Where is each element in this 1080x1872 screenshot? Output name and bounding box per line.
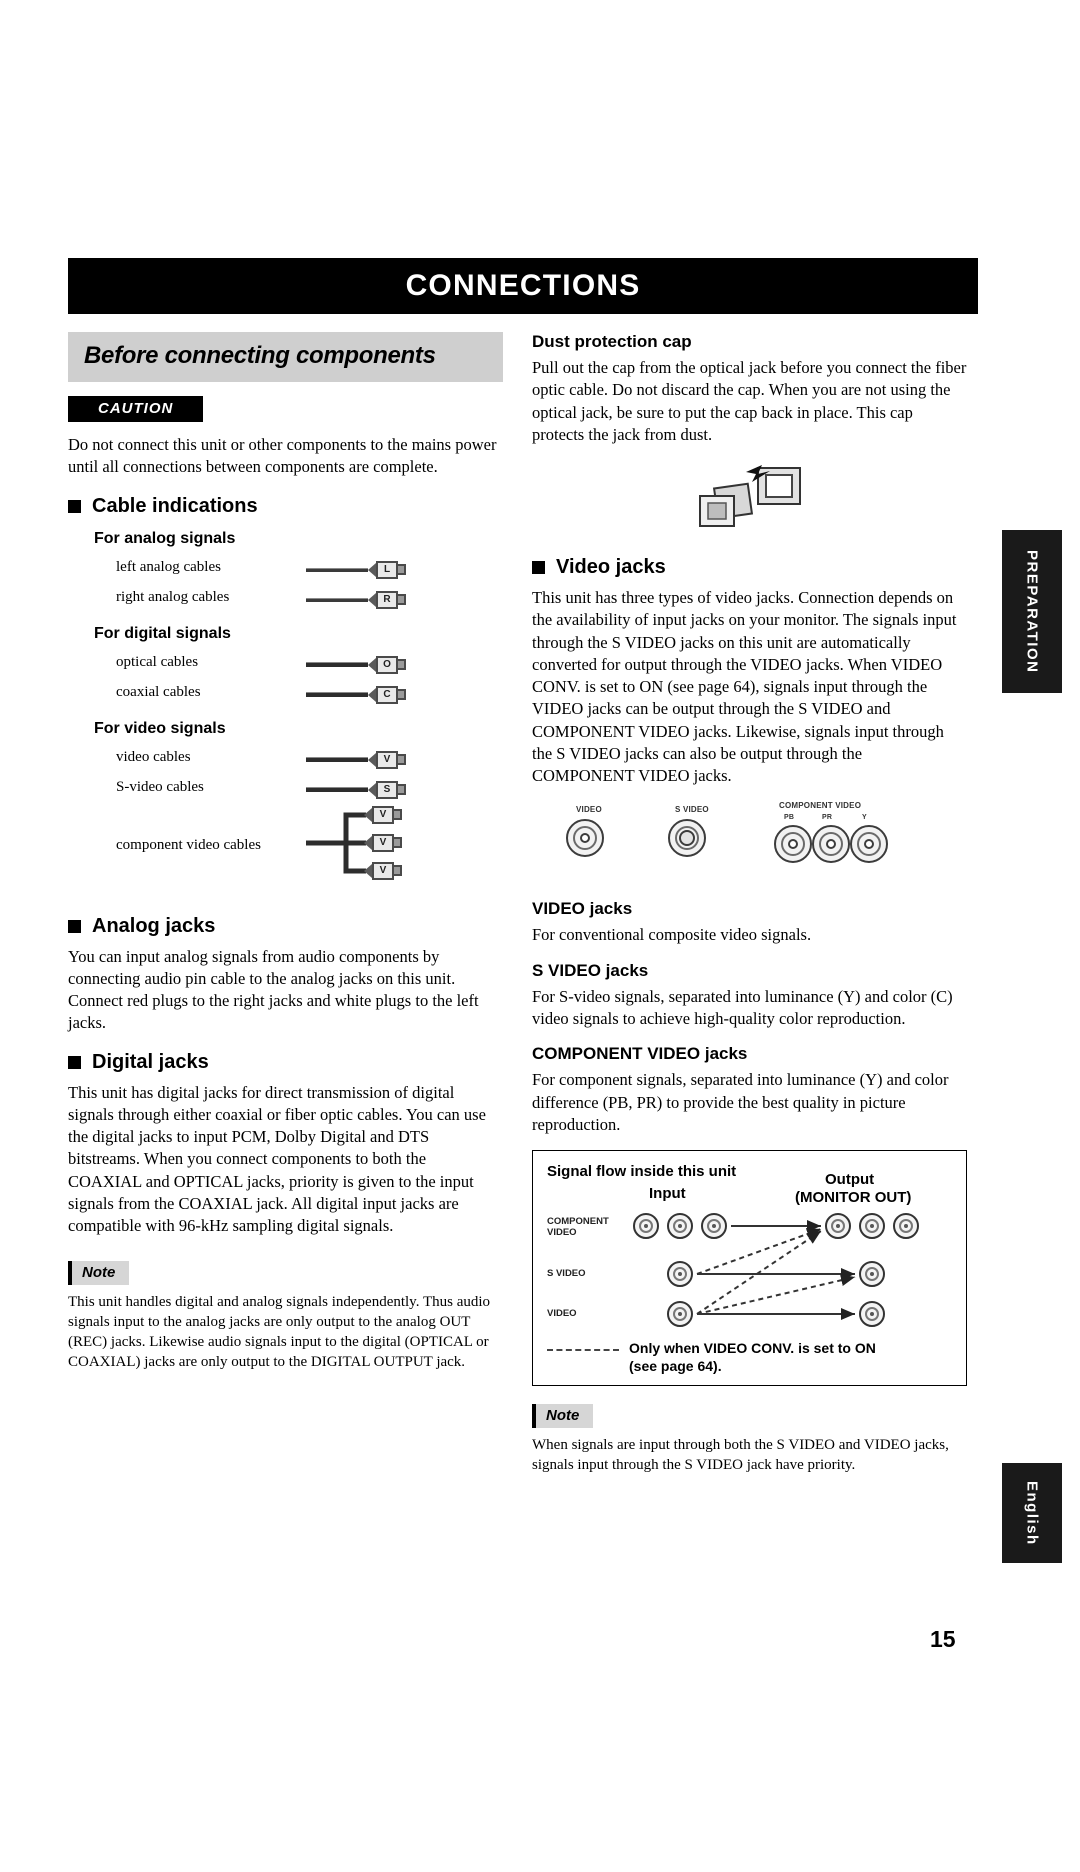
cable-art-left-analog: L	[306, 553, 424, 583]
jack-diagram-svideo-label: S VIDEO	[675, 805, 709, 815]
section-title: Before connecting components	[68, 332, 503, 382]
cable-group-video: For video signals video cables V S-video…	[94, 720, 503, 889]
video-jacks-text: This unit has three types of video jacks…	[532, 588, 957, 786]
cable-row-coaxial: coaxial cables C	[94, 678, 503, 708]
jack-diagram-video-label: VIDEO	[576, 805, 602, 815]
side-tab-preparation: PREPARATION	[1002, 530, 1062, 693]
plug-label: O	[376, 655, 398, 674]
component-jack-pr-icon	[812, 825, 850, 864]
square-bullet-icon	[532, 561, 545, 575]
plug-label: L	[376, 560, 398, 579]
cable-group-digital: For digital signals optical cables O coa…	[94, 625, 503, 708]
cable-indications-heading: Cable indications	[68, 495, 503, 518]
legend-line2: (see page 64).	[629, 1357, 722, 1374]
digital-jacks-heading-label: Digital jacks	[92, 1050, 209, 1073]
jack-diagram-component-label: COMPONENT VIDEO	[779, 801, 862, 811]
cable-row-optical: optical cables O	[94, 648, 503, 678]
cable-group-video-title: For video signals	[94, 719, 226, 737]
cable-row-right-analog: right analog cables R	[94, 583, 503, 613]
dust-cap-illustration	[672, 462, 812, 538]
plug-label: V	[372, 833, 394, 852]
video-jacks-heading: Video jacks	[532, 556, 967, 579]
right-column: Dust protection cap Pull out the cap fro…	[532, 332, 967, 1486]
square-bullet-icon	[68, 919, 81, 933]
s-video-jacks-detail-text: For S-video signals, separated into lumi…	[532, 986, 953, 1028]
component-jack-pb-icon	[774, 825, 812, 864]
square-bullet-icon	[68, 1055, 81, 1069]
square-bullet-icon	[68, 499, 81, 513]
cable-group-analog-title: For analog signals	[94, 529, 236, 547]
cable-label: S-video cables	[116, 779, 204, 796]
plug-label: V	[372, 805, 394, 824]
plug-label: V	[376, 750, 398, 769]
note-badge: Note	[532, 1404, 594, 1429]
analog-jacks-heading-label: Analog jacks	[92, 914, 216, 937]
side-tab-english: English	[1002, 1463, 1062, 1563]
right-column-note-text: When signals are input through both the …	[532, 1437, 949, 1473]
signal-flow-box: Signal flow inside this unit Input Outpu…	[532, 1150, 967, 1387]
cable-art-s-video: S	[306, 773, 424, 803]
cable-indications-heading-label: Cable indications	[92, 494, 258, 517]
jack-diagram-pin-pr: PR	[822, 814, 833, 822]
plug-label: R	[376, 590, 398, 609]
component-video-jacks-detail-heading: COMPONENT VIDEO jacks	[532, 1044, 748, 1064]
s-video-jacks-detail-heading: S VIDEO jacks	[532, 960, 649, 980]
side-tab-english-label: English	[1023, 1480, 1041, 1546]
page-number: 15	[930, 1626, 956, 1652]
digital-jacks-text: This unit has digital jacks for direct t…	[68, 1082, 486, 1236]
cable-row-s-video: S-video cables S	[94, 773, 503, 803]
legend-line1: Only when VIDEO CONV. is set to ON	[629, 1340, 876, 1357]
cable-label: left analog cables	[116, 559, 221, 576]
video-jacks-heading-label: Video jacks	[556, 556, 666, 579]
cable-art-video: V	[306, 743, 424, 773]
manual-page: CONNECTIONS Before connecting components…	[0, 0, 1080, 1872]
cable-label: component video cables	[116, 836, 261, 853]
caution-badge: CAUTION	[68, 396, 204, 422]
component-jack-y-icon	[850, 825, 888, 864]
analog-jacks-heading: Analog jacks	[68, 915, 503, 938]
signal-flow-legend: Only when VIDEO CONV. is set to ON (see …	[547, 1340, 876, 1375]
cable-art-optical: O	[306, 648, 424, 678]
cable-label: right analog cables	[116, 589, 230, 606]
left-column: Before connecting components CAUTION Do …	[68, 332, 503, 1383]
digital-jacks-heading: Digital jacks	[68, 1051, 503, 1074]
cable-label: video cables	[116, 749, 191, 766]
cable-art-coaxial: C	[306, 678, 424, 708]
cable-row-left-analog: left analog cables L	[94, 553, 503, 583]
dust-cap-icon	[699, 465, 801, 528]
plug-label: V	[372, 861, 394, 880]
cable-group-analog: For analog signals left analog cables L	[94, 530, 503, 613]
cable-label: optical cables	[116, 654, 199, 671]
digital-jacks-note-text: This unit handles digital and analog sig…	[68, 1294, 491, 1371]
plug-label: C	[376, 685, 398, 704]
video-jacks-detail-heading: VIDEO jacks	[532, 899, 633, 919]
cable-art-right-analog: R	[306, 583, 424, 613]
side-tab-preparation-label: PREPARATION	[1023, 549, 1041, 674]
component-video-jacks-detail-text: For component signals, separated into lu…	[532, 1070, 949, 1134]
note-badge: Note	[68, 1261, 130, 1286]
s-video-jack-icon	[668, 819, 706, 858]
dust-cap-heading: Dust protection cap	[532, 332, 692, 351]
video-jacks-detail-text: For conventional composite video signals…	[532, 925, 812, 945]
cable-row-video: video cables V	[94, 743, 503, 773]
analog-jacks-text: You can input analog signals from audio …	[68, 946, 479, 1033]
cable-row-component-video: component video cables V V V	[94, 803, 503, 889]
cable-group-digital-title: For digital signals	[94, 624, 231, 642]
legend-dashed-line-icon	[547, 1349, 619, 1352]
jack-diagram-pin-pb: PB	[784, 814, 795, 822]
jack-diagram-pin-y: Y	[862, 814, 867, 822]
caution-text: Do not connect this unit or other compon…	[68, 435, 497, 477]
jack-diagram: VIDEO S VIDEO COMPONENT VIDEO PB PR Y	[532, 801, 967, 881]
video-jack-icon	[566, 819, 604, 858]
dust-cap-text: Pull out the cap from the optical jack b…	[532, 358, 967, 444]
signal-flow-legend-text: Only when VIDEO CONV. is set to ON (see …	[629, 1340, 876, 1375]
plug-label: S	[376, 780, 398, 799]
cable-art-component-video: V V V	[306, 803, 428, 880]
cable-label: coaxial cables	[116, 684, 201, 701]
page-banner-title: CONNECTIONS	[68, 258, 978, 314]
